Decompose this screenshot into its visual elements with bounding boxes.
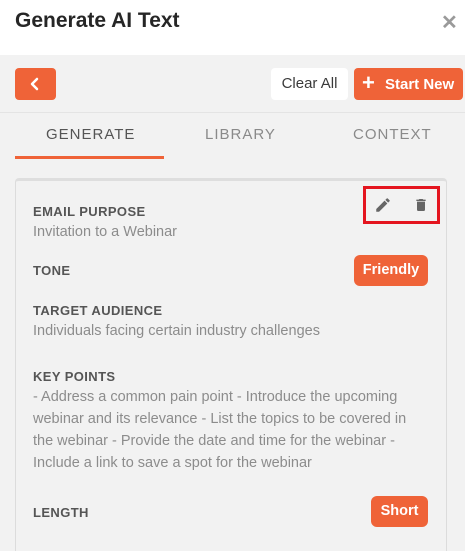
close-icon[interactable]: ✕ bbox=[441, 10, 458, 35]
trash-icon[interactable] bbox=[413, 196, 429, 214]
clear-all-button[interactable]: Clear All bbox=[271, 68, 348, 100]
tab-bar: GENERATE LIBRARY CONTEXT bbox=[0, 114, 465, 160]
active-tab-indicator bbox=[15, 156, 164, 159]
start-new-button[interactable]: + Start New bbox=[354, 68, 463, 100]
plus-icon: + bbox=[362, 70, 375, 95]
back-button[interactable] bbox=[15, 68, 56, 100]
key-points-line: Include a link to save a spot for the we… bbox=[33, 455, 312, 471]
chevron-left-icon bbox=[30, 77, 39, 91]
key-points-line: webinar and its relevance - List the top… bbox=[33, 411, 407, 427]
tone-label: TONE bbox=[33, 263, 71, 278]
page-title: Generate AI Text bbox=[15, 9, 180, 32]
tab-library[interactable]: LIBRARY bbox=[205, 126, 276, 143]
target-audience-label: TARGET AUDIENCE bbox=[33, 303, 163, 318]
length-label: LENGTH bbox=[33, 505, 89, 520]
start-new-label: Start New bbox=[385, 76, 455, 93]
key-points-line: - Address a common pain point - Introduc… bbox=[33, 389, 398, 405]
key-points-line: the webinar - Provide the date and time … bbox=[33, 433, 395, 449]
pencil-icon[interactable] bbox=[374, 196, 392, 214]
email-purpose-label: EMAIL PURPOSE bbox=[33, 204, 146, 219]
tone-badge: Friendly bbox=[354, 255, 428, 286]
tab-generate[interactable]: GENERATE bbox=[46, 126, 135, 143]
length-badge: Short bbox=[371, 496, 428, 527]
header: Generate AI Text ✕ bbox=[0, 0, 465, 55]
tab-context[interactable]: CONTEXT bbox=[353, 126, 432, 143]
key-points-label: KEY POINTS bbox=[33, 369, 116, 384]
key-points-value: - Address a common pain point - Introduc… bbox=[33, 386, 433, 474]
toolbar: Clear All + Start New bbox=[0, 55, 465, 113]
email-purpose-value: Invitation to a Webinar bbox=[33, 224, 178, 240]
target-audience-value: Individuals facing certain industry chal… bbox=[33, 323, 320, 339]
